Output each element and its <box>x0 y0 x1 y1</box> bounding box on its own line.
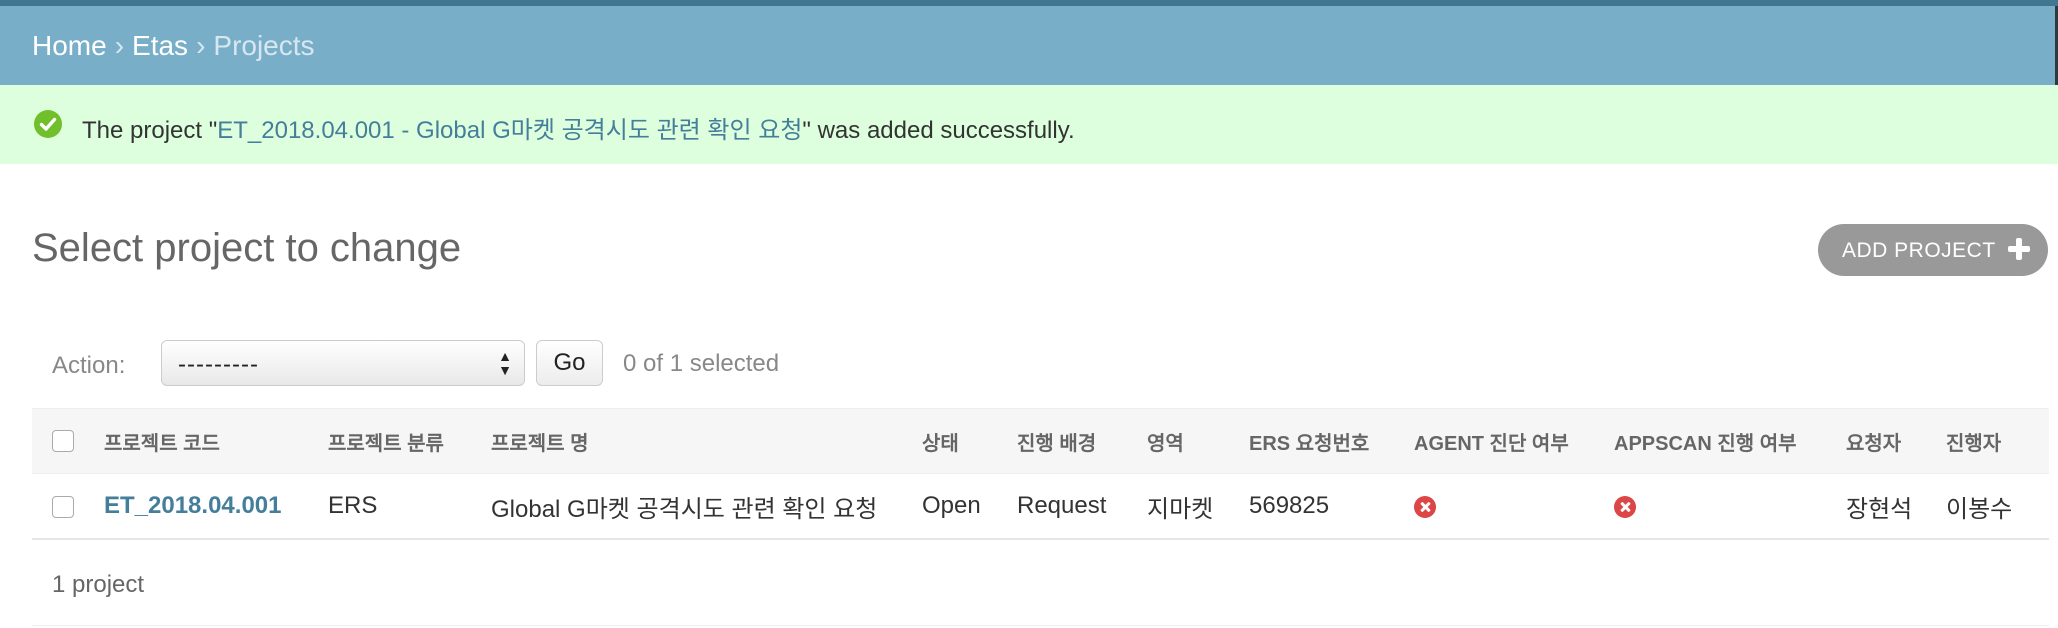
page-title: Select project to change <box>32 226 462 270</box>
breadcrumb: Home › Etas › Projects <box>0 6 2058 85</box>
action-select-value: --------- <box>178 351 259 378</box>
column-header-agent[interactable]: AGENT 진단 여부 <box>1414 408 1614 474</box>
breadcrumb-trail: Home › Etas › Projects <box>32 30 315 62</box>
message-suffix: " was added successfully. <box>802 117 1075 144</box>
action-select[interactable]: --------- ▲ ▼ <box>161 340 525 386</box>
cell-appscan <box>1614 473 1846 540</box>
column-header-category[interactable]: 프로젝트 분류 <box>328 408 491 474</box>
cell-category: ERS <box>328 473 491 540</box>
no-icon <box>1614 495 1636 518</box>
column-header-background[interactable]: 진행 배경 <box>1017 408 1147 474</box>
select-all-cell <box>32 408 104 474</box>
add-project-button[interactable]: ADD PROJECT <box>1818 224 2048 276</box>
cell-status: Open <box>922 473 1017 540</box>
result-count: 1 project <box>52 571 145 598</box>
actions-bar: Action: --------- ▲ ▼ Go 0 of 1 selected <box>0 330 2058 400</box>
table-header-row: 프로젝트 코드 프로젝트 분류 프로젝트 명 상태 진행 배경 영역 ERS 요… <box>32 408 2049 474</box>
table-row: ET_2018.04.001 ERS Global G마켓 공격시도 관련 확인… <box>32 473 2049 540</box>
action-label: Action: <box>52 352 126 379</box>
cell-requester: 장현석 <box>1846 473 1946 540</box>
message-text: The project "ET_2018.04.001 - Global G마켓… <box>82 110 1075 145</box>
go-button[interactable]: Go <box>536 340 603 386</box>
add-project-label: ADD PROJECT <box>1842 239 1996 262</box>
results-table: 프로젝트 코드 프로젝트 분류 프로젝트 명 상태 진행 배경 영역 ERS 요… <box>32 408 2049 540</box>
cell-assignee: 이봉수 <box>1946 473 2049 540</box>
column-header-ers-no[interactable]: ERS 요청번호 <box>1249 408 1414 474</box>
cell-code: ET_2018.04.001 <box>104 473 328 540</box>
column-header-requester[interactable]: 요청자 <box>1846 408 1946 474</box>
success-message: The project "ET_2018.04.001 - Global G마켓… <box>0 85 2058 164</box>
message-prefix: The project " <box>82 117 218 144</box>
column-header-code[interactable]: 프로젝트 코드 <box>104 408 328 474</box>
plus-icon <box>2008 238 2030 260</box>
column-header-appscan[interactable]: APPSCAN 진행 여부 <box>1614 408 1846 474</box>
cell-ers-no: 569825 <box>1249 473 1414 540</box>
column-header-name[interactable]: 프로젝트 명 <box>491 408 922 474</box>
paginator: 1 project <box>32 555 2049 626</box>
breadcrumb-app-link[interactable]: Etas <box>132 30 188 61</box>
column-header-area[interactable]: 영역 <box>1147 408 1249 474</box>
column-header-status[interactable]: 상태 <box>922 408 1017 474</box>
cell-background: Request <box>1017 473 1147 540</box>
row-checkbox[interactable] <box>52 495 74 518</box>
row-select-cell <box>32 473 104 540</box>
cell-area: 지마켓 <box>1147 473 1249 540</box>
success-check-icon <box>34 110 62 138</box>
breadcrumb-home-link[interactable]: Home <box>32 30 107 61</box>
cell-name: Global G마켓 공격시도 관련 확인 요청 <box>491 473 922 540</box>
breadcrumb-current: Projects <box>213 30 315 61</box>
selection-counter: 0 of 1 selected <box>623 350 780 377</box>
breadcrumb-separator: › <box>196 30 206 61</box>
breadcrumb-separator: › <box>114 30 125 61</box>
message-project-link[interactable]: ET_2018.04.001 - Global G마켓 공격시도 관련 확인 요… <box>217 117 802 144</box>
select-all-checkbox[interactable] <box>52 430 74 453</box>
no-icon <box>1414 495 1436 518</box>
select-arrows-icon: ▲ ▼ <box>498 348 512 378</box>
column-header-assignee[interactable]: 진행자 <box>1946 408 2049 474</box>
project-code-link[interactable]: ET_2018.04.001 <box>104 492 281 519</box>
cell-agent <box>1414 473 1614 540</box>
